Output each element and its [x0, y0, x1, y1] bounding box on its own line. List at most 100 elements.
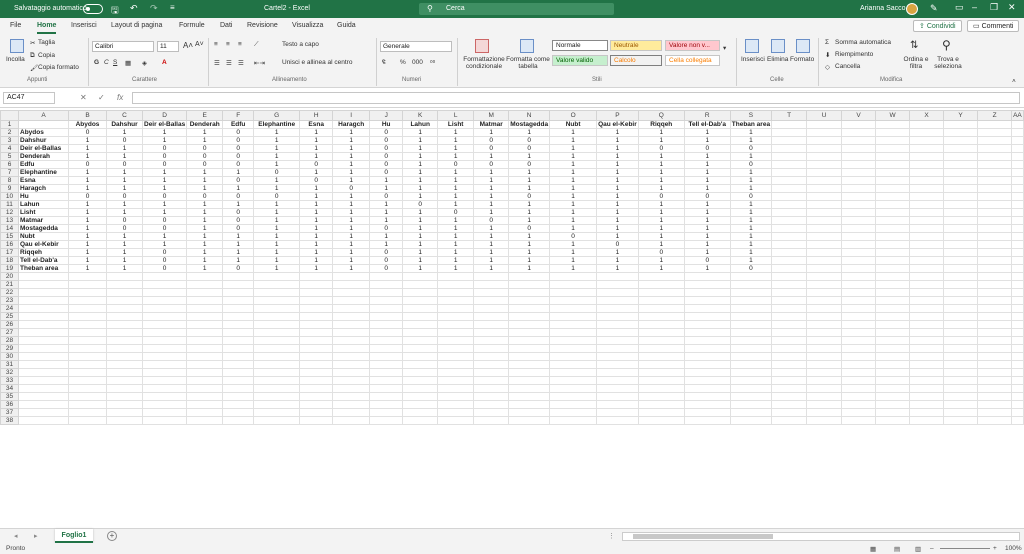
cell[interactable]	[299, 368, 334, 377]
cell[interactable]	[771, 328, 808, 337]
cell[interactable]: 1	[299, 136, 334, 145]
cell[interactable]: 1	[106, 176, 143, 185]
cell[interactable]: 0	[222, 136, 255, 145]
column-header[interactable]: S	[729, 110, 773, 121]
cell[interactable]	[977, 352, 1013, 361]
cell[interactable]	[806, 256, 843, 265]
cell[interactable]: 0	[186, 152, 224, 161]
cell[interactable]	[222, 400, 255, 409]
format-cells-button[interactable]: Formato	[790, 56, 814, 63]
cell[interactable]	[1011, 248, 1024, 257]
cell[interactable]	[332, 312, 371, 321]
cell[interactable]	[943, 192, 979, 201]
cell[interactable]	[18, 408, 69, 417]
cell[interactable]: 1	[141, 176, 188, 185]
cell[interactable]: 1	[299, 208, 334, 217]
align-top-icon[interactable]: ≡	[214, 41, 218, 48]
horizontal-scrollbar[interactable]	[622, 532, 1020, 541]
cell[interactable]	[596, 352, 639, 361]
cell[interactable]	[437, 392, 475, 401]
column-header[interactable]: R	[683, 110, 731, 121]
cell[interactable]: 1	[141, 232, 188, 241]
cell[interactable]	[222, 320, 255, 329]
tab-view[interactable]: Visualizza	[292, 22, 323, 29]
cell[interactable]: 1	[299, 256, 334, 265]
cell[interactable]: Hu	[369, 120, 404, 129]
row-header[interactable]: 27	[0, 328, 19, 337]
cell[interactable]	[141, 376, 188, 385]
cell[interactable]: 1	[637, 160, 685, 169]
cell[interactable]	[508, 352, 551, 361]
cell[interactable]	[841, 320, 877, 329]
cell[interactable]: 1	[68, 200, 107, 209]
cell[interactable]: 1	[402, 168, 439, 177]
cell[interactable]	[299, 416, 334, 425]
cell[interactable]	[806, 208, 843, 217]
cell[interactable]	[637, 280, 685, 289]
cell[interactable]	[875, 160, 911, 169]
cell[interactable]	[875, 376, 911, 385]
cell[interactable]	[402, 344, 439, 353]
cell[interactable]	[332, 384, 371, 393]
cell[interactable]	[841, 352, 877, 361]
cell[interactable]: 1	[549, 192, 598, 201]
fill-color-icon[interactable]: ◈	[142, 59, 147, 67]
cell[interactable]	[402, 416, 439, 425]
cancel-icon[interactable]: ✕	[80, 93, 87, 102]
underline-button[interactable]: S	[113, 59, 117, 66]
cell[interactable]	[977, 208, 1013, 217]
cell[interactable]	[473, 400, 510, 409]
cell[interactable]	[473, 288, 510, 297]
cell[interactable]	[68, 344, 107, 353]
cell[interactable]: 0	[141, 264, 188, 273]
cell[interactable]: 1	[437, 240, 475, 249]
row-header[interactable]: 28	[0, 336, 19, 345]
cell[interactable]: 1	[68, 232, 107, 241]
cell[interactable]: 1	[369, 232, 404, 241]
cell[interactable]	[508, 288, 551, 297]
cell[interactable]	[909, 248, 945, 257]
cell[interactable]	[299, 320, 334, 329]
cell[interactable]: Abydos	[18, 128, 69, 137]
cell[interactable]	[909, 344, 945, 353]
cell[interactable]	[473, 328, 510, 337]
cell[interactable]	[729, 320, 773, 329]
cell[interactable]	[1011, 344, 1024, 353]
cell[interactable]	[596, 320, 639, 329]
cell[interactable]	[841, 328, 877, 337]
cell[interactable]: 0	[369, 152, 404, 161]
minimize-icon[interactable]: –	[972, 2, 977, 12]
cell[interactable]	[106, 376, 143, 385]
cell[interactable]	[549, 288, 598, 297]
cell[interactable]: 1	[683, 168, 731, 177]
cell[interactable]: 1	[402, 256, 439, 265]
cell[interactable]	[332, 416, 371, 425]
row-header[interactable]: 26	[0, 320, 19, 329]
cell[interactable]	[841, 168, 877, 177]
align-bottom-icon[interactable]: ≡	[238, 41, 242, 48]
cell[interactable]: 0	[683, 256, 731, 265]
cell[interactable]	[771, 416, 808, 425]
cell[interactable]	[943, 408, 979, 417]
cell[interactable]	[253, 304, 301, 313]
cell[interactable]: 0	[68, 160, 107, 169]
cell[interactable]: 0	[253, 168, 301, 177]
cell[interactable]	[332, 272, 371, 281]
cell[interactable]: 1	[596, 160, 639, 169]
cell[interactable]	[473, 296, 510, 305]
cell[interactable]: 1	[637, 264, 685, 273]
cell[interactable]	[402, 328, 439, 337]
cell[interactable]	[943, 232, 979, 241]
cell[interactable]	[141, 400, 188, 409]
cell[interactable]: 1	[299, 152, 334, 161]
cell[interactable]: Nubt	[18, 232, 69, 241]
cell[interactable]	[402, 360, 439, 369]
cell[interactable]	[875, 136, 911, 145]
cell[interactable]: 0	[141, 144, 188, 153]
cell[interactable]	[977, 320, 1013, 329]
cell[interactable]: 1	[596, 152, 639, 161]
cell[interactable]: 1	[253, 248, 301, 257]
share-button[interactable]: ⇪ Condividi	[913, 20, 962, 32]
cell[interactable]: 0	[68, 128, 107, 137]
cell[interactable]	[253, 296, 301, 305]
